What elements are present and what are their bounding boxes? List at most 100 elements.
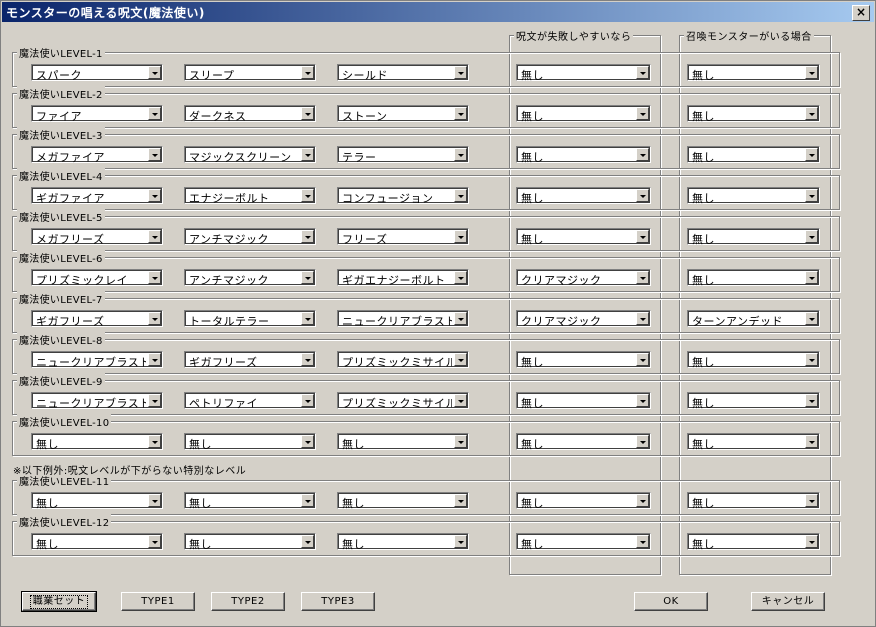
summon-spell-select[interactable]: 無し: [687, 433, 820, 451]
preset-button[interactable]: 職業セット: [21, 591, 97, 612]
spell-2-select[interactable]: 無し: [184, 492, 316, 510]
dropdown-arrow-icon[interactable]: [301, 435, 314, 448]
fail-spell-select[interactable]: 無し: [516, 64, 651, 82]
dropdown-arrow-icon[interactable]: [454, 66, 467, 79]
dropdown-arrow-icon[interactable]: [454, 535, 467, 548]
spell-2-select[interactable]: エナジーボルト: [184, 187, 316, 205]
dropdown-arrow-icon[interactable]: [301, 189, 314, 202]
dropdown-arrow-icon[interactable]: [454, 230, 467, 243]
dropdown-arrow-icon[interactable]: [805, 230, 818, 243]
spell-2-select[interactable]: ギガフリーズ: [184, 351, 316, 369]
dropdown-arrow-icon[interactable]: [148, 230, 161, 243]
spell-2-select[interactable]: アンチマジック: [184, 269, 316, 287]
summon-spell-select[interactable]: 無し: [687, 228, 820, 246]
spell-1-select[interactable]: 無し: [31, 492, 163, 510]
dropdown-arrow-icon[interactable]: [636, 312, 649, 325]
summon-spell-select[interactable]: ターンアンデッド: [687, 310, 820, 328]
dropdown-arrow-icon[interactable]: [148, 271, 161, 284]
fail-spell-select[interactable]: 無し: [516, 433, 651, 451]
spell-2-select[interactable]: 無し: [184, 433, 316, 451]
dropdown-arrow-icon[interactable]: [636, 148, 649, 161]
fail-spell-select[interactable]: 無し: [516, 228, 651, 246]
spell-3-select[interactable]: フリーズ: [337, 228, 469, 246]
spell-3-select[interactable]: シールド: [337, 64, 469, 82]
spell-3-select[interactable]: 無し: [337, 533, 469, 551]
dropdown-arrow-icon[interactable]: [148, 148, 161, 161]
spell-1-select[interactable]: スパーク: [31, 64, 163, 82]
dropdown-arrow-icon[interactable]: [636, 271, 649, 284]
dropdown-arrow-icon[interactable]: [636, 394, 649, 407]
dropdown-arrow-icon[interactable]: [805, 148, 818, 161]
spell-1-select[interactable]: メガファイア: [31, 146, 163, 164]
dropdown-arrow-icon[interactable]: [454, 494, 467, 507]
dropdown-arrow-icon[interactable]: [301, 107, 314, 120]
spell-2-select[interactable]: ダークネス: [184, 105, 316, 123]
spell-1-select[interactable]: ファイア: [31, 105, 163, 123]
dropdown-arrow-icon[interactable]: [454, 189, 467, 202]
dropdown-arrow-icon[interactable]: [805, 394, 818, 407]
dropdown-arrow-icon[interactable]: [301, 66, 314, 79]
cancel-button[interactable]: キャンセル: [751, 592, 825, 611]
fail-spell-select[interactable]: 無し: [516, 351, 651, 369]
dropdown-arrow-icon[interactable]: [301, 394, 314, 407]
dropdown-arrow-icon[interactable]: [454, 435, 467, 448]
summon-spell-select[interactable]: 無し: [687, 269, 820, 287]
spell-3-select[interactable]: プリズミックミサイル: [337, 392, 469, 410]
dropdown-arrow-icon[interactable]: [301, 271, 314, 284]
dropdown-arrow-icon[interactable]: [636, 353, 649, 366]
spell-3-select[interactable]: コンフュージョン: [337, 187, 469, 205]
spell-2-select[interactable]: マジックスクリーン: [184, 146, 316, 164]
spell-2-select[interactable]: 無し: [184, 533, 316, 551]
dropdown-arrow-icon[interactable]: [148, 107, 161, 120]
summon-spell-select[interactable]: 無し: [687, 351, 820, 369]
fail-spell-select[interactable]: 無し: [516, 533, 651, 551]
type2-button[interactable]: TYPE2: [211, 592, 285, 611]
dropdown-arrow-icon[interactable]: [636, 66, 649, 79]
ok-button[interactable]: OK: [634, 592, 708, 611]
spell-2-select[interactable]: スリープ: [184, 64, 316, 82]
spell-1-select[interactable]: ニュークリアブラスト: [31, 351, 163, 369]
spell-1-select[interactable]: 無し: [31, 533, 163, 551]
dropdown-arrow-icon[interactable]: [636, 435, 649, 448]
spell-1-select[interactable]: プリズミックレイ: [31, 269, 163, 287]
dropdown-arrow-icon[interactable]: [454, 394, 467, 407]
spell-1-select[interactable]: ニュークリアブラスト: [31, 392, 163, 410]
dropdown-arrow-icon[interactable]: [301, 148, 314, 161]
summon-spell-select[interactable]: 無し: [687, 533, 820, 551]
spell-2-select[interactable]: アンチマジック: [184, 228, 316, 246]
dropdown-arrow-icon[interactable]: [454, 107, 467, 120]
summon-spell-select[interactable]: 無し: [687, 64, 820, 82]
fail-spell-select[interactable]: 無し: [516, 105, 651, 123]
dropdown-arrow-icon[interactable]: [148, 535, 161, 548]
type3-button[interactable]: TYPE3: [301, 592, 375, 611]
dropdown-arrow-icon[interactable]: [301, 230, 314, 243]
dropdown-arrow-icon[interactable]: [636, 189, 649, 202]
dropdown-arrow-icon[interactable]: [636, 494, 649, 507]
spell-3-select[interactable]: ストーン: [337, 105, 469, 123]
dropdown-arrow-icon[interactable]: [301, 353, 314, 366]
spell-1-select[interactable]: ギガファイア: [31, 187, 163, 205]
dropdown-arrow-icon[interactable]: [148, 435, 161, 448]
fail-spell-select[interactable]: 無し: [516, 187, 651, 205]
dropdown-arrow-icon[interactable]: [805, 535, 818, 548]
fail-spell-select[interactable]: クリアマジック: [516, 310, 651, 328]
summon-spell-select[interactable]: 無し: [687, 492, 820, 510]
spell-3-select[interactable]: 無し: [337, 433, 469, 451]
dropdown-arrow-icon[interactable]: [148, 66, 161, 79]
dropdown-arrow-icon[interactable]: [454, 271, 467, 284]
dropdown-arrow-icon[interactable]: [805, 435, 818, 448]
dropdown-arrow-icon[interactable]: [805, 353, 818, 366]
type1-button[interactable]: TYPE1: [121, 592, 195, 611]
dropdown-arrow-icon[interactable]: [148, 312, 161, 325]
dropdown-arrow-icon[interactable]: [301, 312, 314, 325]
spell-3-select[interactable]: テラー: [337, 146, 469, 164]
spell-3-select[interactable]: ニュークリアブラスト: [337, 310, 469, 328]
dropdown-arrow-icon[interactable]: [148, 494, 161, 507]
dropdown-arrow-icon[interactable]: [805, 494, 818, 507]
dropdown-arrow-icon[interactable]: [805, 312, 818, 325]
spell-1-select[interactable]: ギガフリーズ: [31, 310, 163, 328]
dropdown-arrow-icon[interactable]: [301, 535, 314, 548]
fail-spell-select[interactable]: クリアマジック: [516, 269, 651, 287]
summon-spell-select[interactable]: 無し: [687, 105, 820, 123]
dropdown-arrow-icon[interactable]: [636, 107, 649, 120]
